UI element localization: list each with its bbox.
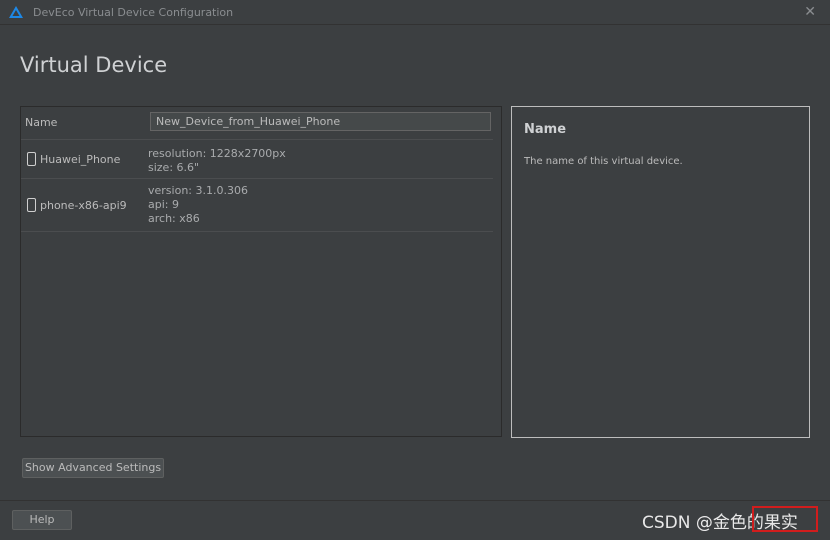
name-label: Name (25, 116, 58, 129)
device-row-phone-x86-api9[interactable]: phone-x86-api9 version: 3.1.0.306 api: 9… (21, 179, 493, 232)
help-panel: Name The name of this virtual device. (511, 106, 810, 438)
device-row-huawei-phone[interactable]: Huawei_Phone resolution: 1228x2700px siz… (21, 140, 493, 179)
device-spec-resolution: resolution: 1228x2700px (148, 147, 286, 160)
phone-icon (27, 198, 36, 212)
device-spec-version: version: 3.1.0.306 (148, 184, 248, 197)
page-title: Virtual Device (20, 53, 168, 77)
close-icon[interactable]: ✕ (804, 4, 816, 20)
device-spec-arch: arch: x86 (148, 212, 200, 225)
device-name: phone-x86-api9 (40, 199, 127, 212)
footer-divider (0, 500, 830, 501)
help-panel-title: Name (524, 122, 567, 137)
device-spec-size: size: 6.6" (148, 161, 200, 174)
phone-icon (27, 152, 36, 166)
show-advanced-settings-button[interactable]: Show Advanced Settings (22, 458, 164, 478)
finish-button-highlight[interactable] (752, 506, 818, 532)
window-title: DevEco Virtual Device Configuration (33, 6, 234, 19)
help-panel-description: The name of this virtual device. (524, 156, 683, 167)
help-button[interactable]: Help (12, 510, 72, 530)
deveco-logo-icon (9, 6, 23, 18)
title-bar: DevEco Virtual Device Configuration ✕ (0, 0, 830, 25)
device-config-panel: Name New_Device_from_Huawei_Phone Huawei… (20, 106, 502, 437)
device-name-input[interactable]: New_Device_from_Huawei_Phone (150, 112, 491, 131)
name-row: Name New_Device_from_Huawei_Phone (21, 107, 493, 140)
device-name: Huawei_Phone (40, 153, 121, 166)
device-spec-api: api: 9 (148, 198, 179, 211)
